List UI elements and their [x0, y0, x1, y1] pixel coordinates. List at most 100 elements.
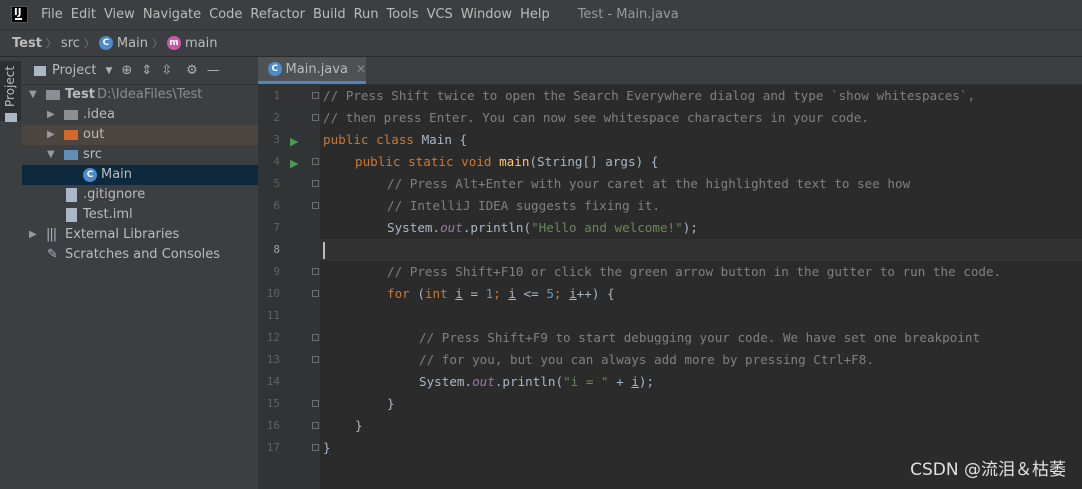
gear-icon[interactable]: ⚙	[186, 63, 198, 78]
fold-icon[interactable]	[312, 180, 319, 187]
code-text: <=	[515, 286, 547, 301]
keyword: public class	[323, 132, 414, 147]
line-number: 14	[266, 375, 280, 388]
static-field: out	[472, 374, 495, 389]
project-view-selector[interactable]: Project	[52, 63, 96, 78]
tree-item-external-libraries[interactable]: ▶ ||| External Libraries	[22, 225, 258, 245]
tree-item-gitignore[interactable]: .gitignore	[22, 185, 258, 205]
fold-icon[interactable]	[312, 422, 319, 429]
menu-navigate[interactable]: Navigate	[139, 7, 205, 22]
close-icon[interactable]: ✕	[356, 62, 366, 76]
line-number: 10	[266, 287, 280, 300]
chevron-right-icon[interactable]: ▶	[29, 225, 37, 245]
tree-item-path: D:\IdeaFiles\Test	[97, 87, 203, 102]
current-line-highlight	[320, 239, 1082, 261]
tree-item-label: .gitignore	[83, 187, 146, 202]
menu-code[interactable]: Code	[205, 7, 246, 22]
fold-icon[interactable]	[312, 114, 319, 121]
fold-icon[interactable]	[312, 356, 319, 363]
closing-brace: }	[323, 440, 331, 455]
fold-icon[interactable]	[312, 334, 319, 341]
comment: // for you, but you can always add more …	[419, 352, 874, 367]
fold-icon[interactable]	[312, 202, 319, 209]
menu-refactor[interactable]: Refactor	[246, 7, 309, 22]
menu-tools[interactable]: Tools	[383, 7, 423, 22]
fold-icon[interactable]	[312, 158, 319, 165]
line-number: 6	[273, 199, 280, 212]
line-number: 12	[266, 331, 280, 344]
code-text: );	[638, 374, 655, 389]
line-number: 8	[273, 243, 280, 256]
menu-run[interactable]: Run	[350, 7, 383, 22]
tree-item-label: src	[83, 147, 102, 162]
menu-file[interactable]: File	[37, 7, 67, 22]
code-text: ;	[553, 286, 570, 301]
code-text: .println(	[494, 374, 564, 389]
project-panel: Project ▼ ⊕ ⇕ ⇳ ⚙ — ▼ Test D:\IdeaFiles\…	[22, 57, 258, 489]
chevron-right-icon[interactable]: ▶	[47, 125, 55, 145]
window-title: Test - Main.java	[577, 7, 679, 22]
tree-item-src[interactable]: ▼ src	[22, 145, 258, 165]
line-number: 13	[266, 353, 280, 366]
menu-vcs[interactable]: VCS	[423, 7, 457, 22]
project-tool-tab-label: Project	[3, 65, 17, 107]
tree-item-test[interactable]: ▼ Test D:\IdeaFiles\Test	[22, 85, 258, 105]
code-line-9: // Press Shift+F10 or click the green ar…	[387, 261, 1001, 283]
code-line-2: // then press Enter. You can now see whi…	[323, 107, 869, 129]
comment: // Press Shift+F10 or click the green ar…	[387, 264, 1002, 279]
code-line-6: // IntelliJ IDEA suggests fixing it.	[387, 195, 660, 217]
project-tool-tab[interactable]: Project	[0, 61, 21, 122]
run-class-icon[interactable]: ▶	[290, 135, 298, 148]
menu-help[interactable]: Help	[516, 7, 554, 22]
code-editor[interactable]: // Press Shift twice to open the Search …	[320, 85, 1082, 489]
line-number: 17	[266, 441, 280, 454]
chevron-down-icon[interactable]: ▼	[47, 145, 55, 165]
fold-icon[interactable]	[312, 290, 319, 297]
line-number: 7	[273, 221, 280, 234]
menu-window[interactable]: Window	[457, 7, 516, 22]
line-number: 15	[266, 397, 280, 410]
expand-all-icon[interactable]: ⇕	[141, 63, 152, 78]
variable: i	[455, 286, 463, 301]
breadcrumb-project[interactable]: Test	[12, 36, 42, 51]
breadcrumb-method[interactable]: m main	[166, 36, 217, 51]
tree-item-out[interactable]: ▶ out	[22, 125, 258, 145]
breadcrumb-src[interactable]: src	[61, 36, 80, 51]
menu-edit[interactable]: Edit	[67, 7, 100, 22]
tree-item-label: .idea	[83, 107, 115, 122]
chevron-down-icon[interactable]: ▼	[105, 66, 112, 76]
tab-main-java[interactable]: C Main.java ✕	[258, 57, 366, 84]
menu-view[interactable]: View	[100, 7, 139, 22]
code-line-1: // Press Shift twice to open the Search …	[323, 85, 975, 107]
code-line-15: }	[387, 393, 395, 415]
collapse-all-icon[interactable]: ⇳	[161, 63, 172, 78]
code-line-3: public class Main {	[323, 129, 467, 151]
comment: // then press Enter. You can now see whi…	[323, 110, 869, 125]
menu-build[interactable]: Build	[309, 7, 350, 22]
hide-icon[interactable]: —	[207, 63, 220, 78]
tree-item-scratches[interactable]: ✎ Scratches and Consoles	[22, 245, 258, 265]
breadcrumb: Test 〉 src 〉 C Main 〉 m main	[0, 29, 1082, 57]
code-line-7: System.out.println("Hello and welcome!")…	[387, 217, 698, 239]
module-file-icon	[66, 208, 77, 222]
folder-icon	[64, 110, 78, 120]
locate-icon[interactable]: ⊕	[121, 63, 132, 78]
fold-icon[interactable]	[312, 444, 319, 451]
breadcrumb-class[interactable]: C Main	[98, 36, 148, 51]
tree-item-idea[interactable]: ▶ .idea	[22, 105, 258, 125]
fold-icon[interactable]	[312, 400, 319, 407]
variable: i	[569, 286, 577, 301]
string-literal: "i = "	[563, 374, 609, 389]
fold-icon[interactable]	[312, 92, 319, 99]
tree-item-test-iml[interactable]: Test.iml	[22, 205, 258, 225]
chevron-down-icon[interactable]: ▼	[29, 85, 37, 105]
project-view-icon	[34, 65, 46, 76]
line-number: 9	[273, 265, 280, 278]
tree-item-main[interactable]: C Main	[22, 165, 258, 185]
chevron-right-icon[interactable]: ▶	[47, 105, 55, 125]
code-text: System.	[387, 220, 441, 235]
run-main-icon[interactable]: ▶	[290, 157, 298, 170]
line-number: 11	[266, 309, 280, 322]
fold-icon[interactable]	[312, 268, 319, 275]
variable: i	[631, 374, 639, 389]
